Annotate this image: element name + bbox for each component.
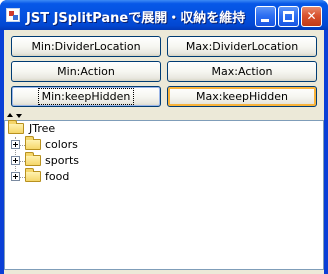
title-bar[interactable]: JST JSplitPaneで展開・収納を維持 ✕ bbox=[0, 0, 328, 30]
tree-node-label: colors bbox=[45, 138, 78, 151]
folder-icon bbox=[8, 120, 24, 134]
min-action-label: Min:Action bbox=[57, 65, 115, 78]
tree-node-sports[interactable]: sports bbox=[5, 152, 323, 169]
app-window: JST JSplitPaneで展開・収納を維持 ✕ Min:DividerLoc… bbox=[0, 0, 328, 274]
tree-node-root[interactable]: JTree bbox=[5, 120, 323, 137]
max-action-button[interactable]: Max:Action bbox=[167, 61, 317, 82]
folder-icon bbox=[25, 136, 41, 150]
max-keep-hidden-label: Max:keepHidden bbox=[196, 90, 288, 103]
plus-expander-icon[interactable] bbox=[11, 172, 20, 181]
split-pane-divider[interactable] bbox=[4, 111, 324, 120]
min-divider-location-label: Min:DividerLocation bbox=[31, 40, 141, 53]
tree-node-label: JTree bbox=[29, 122, 56, 135]
min-keep-hidden-label: Min:keepHidden bbox=[37, 88, 135, 105]
folder-icon bbox=[25, 168, 41, 182]
plus-expander-icon[interactable] bbox=[11, 140, 20, 149]
min-divider-location-button[interactable]: Min:DividerLocation bbox=[11, 36, 161, 57]
minimize-icon bbox=[261, 19, 269, 22]
tree-node-label: sports bbox=[45, 154, 80, 167]
max-divider-location-label: Max:DividerLocation bbox=[185, 40, 299, 53]
minimize-button[interactable] bbox=[255, 6, 276, 27]
tree-node-colors[interactable]: colors bbox=[5, 136, 323, 153]
window-title: JST JSplitPaneで展開・収納を維持 bbox=[26, 11, 246, 26]
window-border-right bbox=[324, 30, 328, 274]
min-action-button[interactable]: Min:Action bbox=[11, 61, 161, 82]
close-button[interactable]: ✕ bbox=[301, 6, 322, 27]
tree-node-food[interactable]: food bbox=[5, 168, 323, 185]
max-action-label: Max:Action bbox=[211, 65, 273, 78]
min-keep-hidden-button[interactable]: Min:keepHidden bbox=[11, 86, 161, 107]
maximize-button[interactable] bbox=[278, 6, 299, 27]
collapse-up-arrow-icon[interactable] bbox=[7, 113, 13, 117]
close-icon: ✕ bbox=[306, 9, 317, 23]
plus-expander-icon[interactable] bbox=[11, 156, 20, 165]
maximize-icon bbox=[283, 11, 294, 22]
tree-scroll-pane: JTree colors sports food bbox=[4, 120, 324, 270]
content-pane: Min:DividerLocation Max:DividerLocation … bbox=[4, 30, 324, 274]
tree-node-label: food bbox=[45, 170, 70, 183]
folder-icon bbox=[25, 152, 41, 166]
max-divider-location-button[interactable]: Max:DividerLocation bbox=[167, 36, 317, 57]
expand-down-arrow-icon[interactable] bbox=[16, 114, 22, 118]
max-keep-hidden-button[interactable]: Max:keepHidden bbox=[167, 86, 317, 107]
java-app-icon[interactable] bbox=[6, 8, 20, 22]
